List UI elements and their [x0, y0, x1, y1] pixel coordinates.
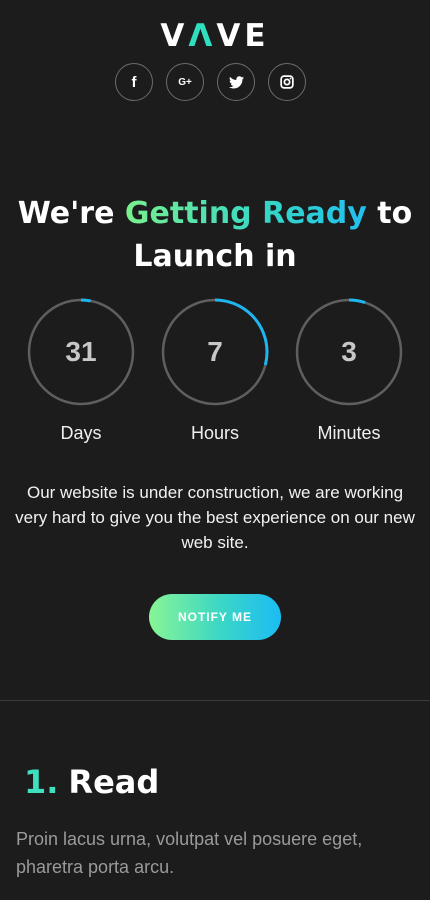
headline-highlight: Getting Ready [124, 196, 367, 231]
section-title: Read [68, 763, 160, 801]
minutes-ring: 3 [295, 298, 403, 406]
construction-description: Our website is under construction, we ar… [15, 483, 415, 552]
facebook-icon: f [131, 73, 137, 91]
days-value: 31 [65, 336, 97, 367]
minutes-label: Minutes [317, 423, 381, 443]
countdown: 31 Days 7 Hours 3 Minutes [27, 298, 403, 444]
logo-text-accent: Λ [188, 18, 217, 54]
logo-text-start: V [160, 18, 189, 54]
hours-ring: 7 [161, 298, 269, 406]
twitter-link[interactable] [217, 63, 255, 101]
countdown-hours: 7 Hours [161, 298, 269, 444]
brand-logo[interactable]: VΛVE [0, 18, 430, 54]
facebook-link[interactable]: f [115, 63, 153, 101]
instagram-icon [280, 75, 294, 89]
countdown-minutes: 3 Minutes [295, 298, 403, 444]
section-body-text: Proin lacus urna, volutpat vel posuere e… [16, 829, 363, 877]
days-label: Days [60, 423, 102, 443]
headline-line2: Launch in [133, 239, 297, 274]
google-plus-link[interactable]: G+ [166, 63, 204, 101]
section-heading: 1. Read [24, 762, 159, 802]
instagram-link[interactable] [268, 63, 306, 101]
notify-me-button[interactable]: NOTIFY ME [149, 594, 281, 640]
hours-value: 7 [207, 336, 223, 367]
hours-label: Hours [190, 423, 239, 443]
coming-soon-page: VΛVE f G+ We're Getting Ready to Launch … [0, 0, 430, 900]
twitter-icon [228, 75, 244, 88]
social-links: f G+ [115, 63, 306, 101]
section-number: 1. [24, 763, 59, 801]
headline-part1: We're [17, 196, 125, 231]
logo-text-end: VE [216, 18, 270, 54]
days-ring: 31 [27, 298, 135, 406]
section-divider [0, 700, 430, 701]
countdown-days: 31 Days [27, 298, 135, 444]
page-headline: We're Getting Ready to Launch in [0, 192, 430, 278]
google-plus-icon: G+ [178, 76, 192, 88]
minutes-value: 3 [341, 336, 357, 367]
headline-part2: to [366, 196, 413, 231]
